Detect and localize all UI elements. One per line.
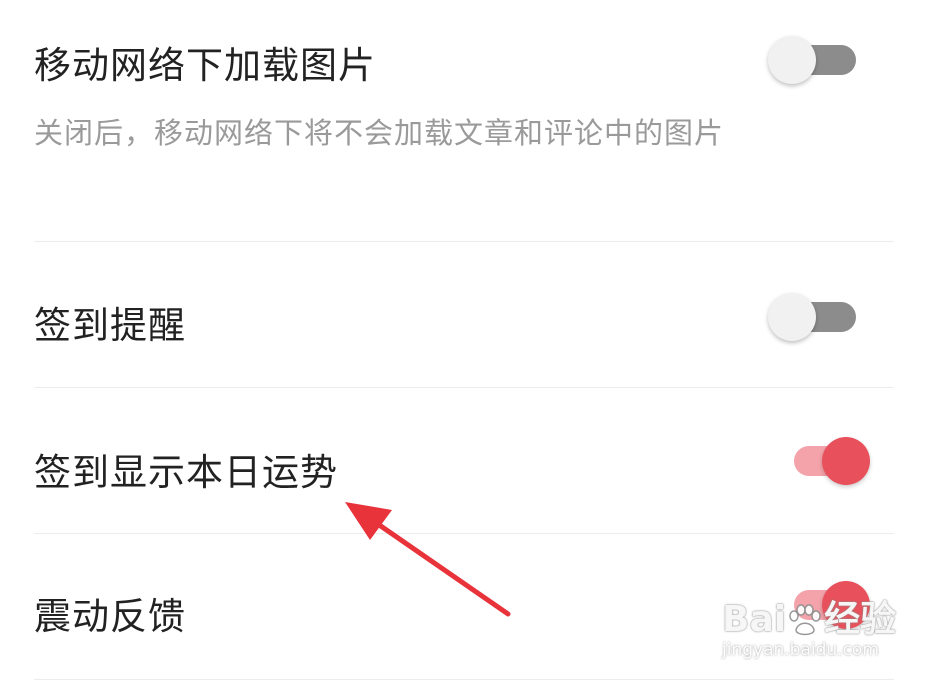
toggle-thumb	[768, 36, 816, 84]
setting-description: 关闭后，移动网络下将不会加载文章和评论中的图片	[34, 116, 725, 150]
vibration-feedback-toggle[interactable]	[780, 577, 870, 633]
checkin-fortune-toggle[interactable]	[780, 433, 870, 489]
toggle-thumb	[768, 293, 816, 341]
checkin-reminder-toggle[interactable]	[768, 289, 858, 345]
setting-title: 震动反馈	[34, 595, 186, 638]
setting-title: 移动网络下加载图片	[34, 44, 376, 87]
setting-row-checkin-fortune[interactable]: 签到显示本日运势	[0, 388, 946, 534]
setting-row-checkin-reminder[interactable]: 签到提醒	[0, 242, 946, 388]
divider	[34, 679, 894, 680]
setting-title: 签到显示本日运势	[34, 451, 338, 494]
setting-title: 签到提醒	[34, 304, 186, 347]
toggle-thumb	[822, 581, 870, 629]
load-images-toggle[interactable]	[768, 32, 858, 88]
settings-screen: 移动网络下加载图片 关闭后，移动网络下将不会加载文章和评论中的图片 签到提醒 签…	[0, 0, 946, 692]
setting-row-vibration-feedback[interactable]: 震动反馈	[0, 534, 946, 680]
toggle-thumb	[822, 437, 870, 485]
setting-row-load-images-mobile[interactable]: 移动网络下加载图片 关闭后，移动网络下将不会加载文章和评论中的图片	[0, 0, 946, 242]
